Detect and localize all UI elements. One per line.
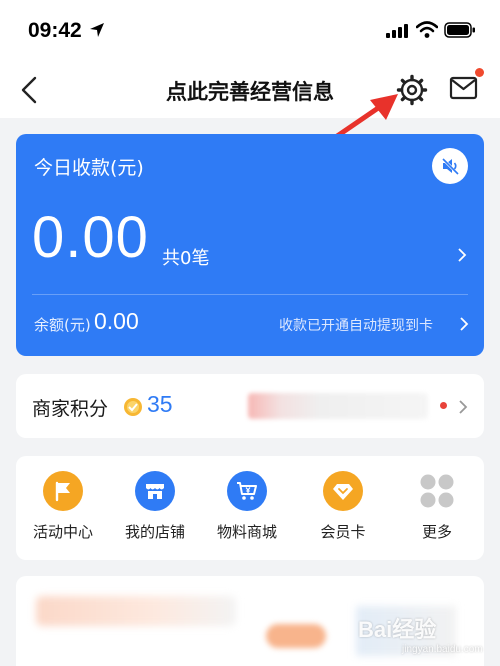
blurred-content	[266, 624, 326, 648]
merchant-points-row[interactable]: 商家积分 35	[16, 374, 484, 438]
wifi-icon	[415, 21, 439, 43]
shortcut-label: 物料商城	[216, 523, 277, 541]
notification-dot	[475, 68, 484, 77]
chevron-right-icon[interactable]	[457, 398, 469, 420]
nav-bar: 点此完善经营信息	[0, 62, 500, 118]
today-income-amount: 0.00	[32, 205, 149, 270]
location-arrow-icon	[88, 21, 106, 43]
shortcut-activity-center[interactable]: 活动中心	[18, 471, 108, 551]
blurred-content	[356, 606, 456, 656]
today-income-label: 今日收款(元)	[34, 157, 144, 179]
merchant-points-label: 商家积分	[32, 398, 109, 420]
flag-icon	[43, 471, 83, 511]
shortcut-label: 活动中心	[32, 523, 93, 541]
blurred-promo-banner	[248, 393, 428, 419]
merchant-points-value: 35	[147, 391, 173, 417]
speaker-mute-icon	[441, 157, 460, 176]
battery-icon	[444, 22, 476, 42]
cart-icon	[227, 471, 267, 511]
balance-label: 余额(元)	[34, 316, 91, 334]
transaction-count: 共0笔	[162, 248, 210, 269]
promo-banner[interactable]	[16, 576, 484, 666]
chevron-right-icon[interactable]	[456, 246, 468, 268]
shortcut-my-store[interactable]: 我的店铺	[110, 471, 200, 551]
sound-toggle-button[interactable]	[432, 148, 468, 184]
settings-gear-icon[interactable]	[395, 73, 429, 111]
grid-more-icon	[417, 471, 457, 511]
shortcut-grid: 活动中心 我的店铺 物料商城 会员卡 更多	[16, 456, 484, 560]
shortcut-member-card[interactable]: 会员卡	[298, 471, 388, 551]
chevron-right-icon[interactable]	[458, 315, 470, 337]
shortcut-label: 我的店铺	[124, 523, 185, 541]
shortcut-label: 会员卡	[320, 523, 366, 541]
points-coin-icon	[123, 397, 143, 421]
shortcut-label: 更多	[421, 523, 452, 541]
divider	[32, 294, 468, 295]
auto-withdraw-link[interactable]: 收款已开通自动提现到卡	[279, 315, 433, 335]
notification-dot	[440, 402, 447, 409]
balance-value: 0.00	[94, 308, 139, 334]
income-card[interactable]: 今日收款(元) 0.00 共0笔 余额(元) 0.00 收款已开通自动提现到卡	[16, 134, 484, 356]
cellular-signal-icon	[386, 23, 410, 43]
status-time: 09:42	[28, 19, 82, 42]
mail-icon[interactable]	[449, 74, 479, 106]
shortcut-material-mall[interactable]: 物料商城	[202, 471, 292, 551]
diamond-icon	[323, 471, 363, 511]
store-icon	[135, 471, 175, 511]
status-bar: 09:42	[0, 0, 500, 62]
shortcut-more[interactable]: 更多	[392, 471, 482, 551]
blurred-content	[36, 596, 236, 626]
